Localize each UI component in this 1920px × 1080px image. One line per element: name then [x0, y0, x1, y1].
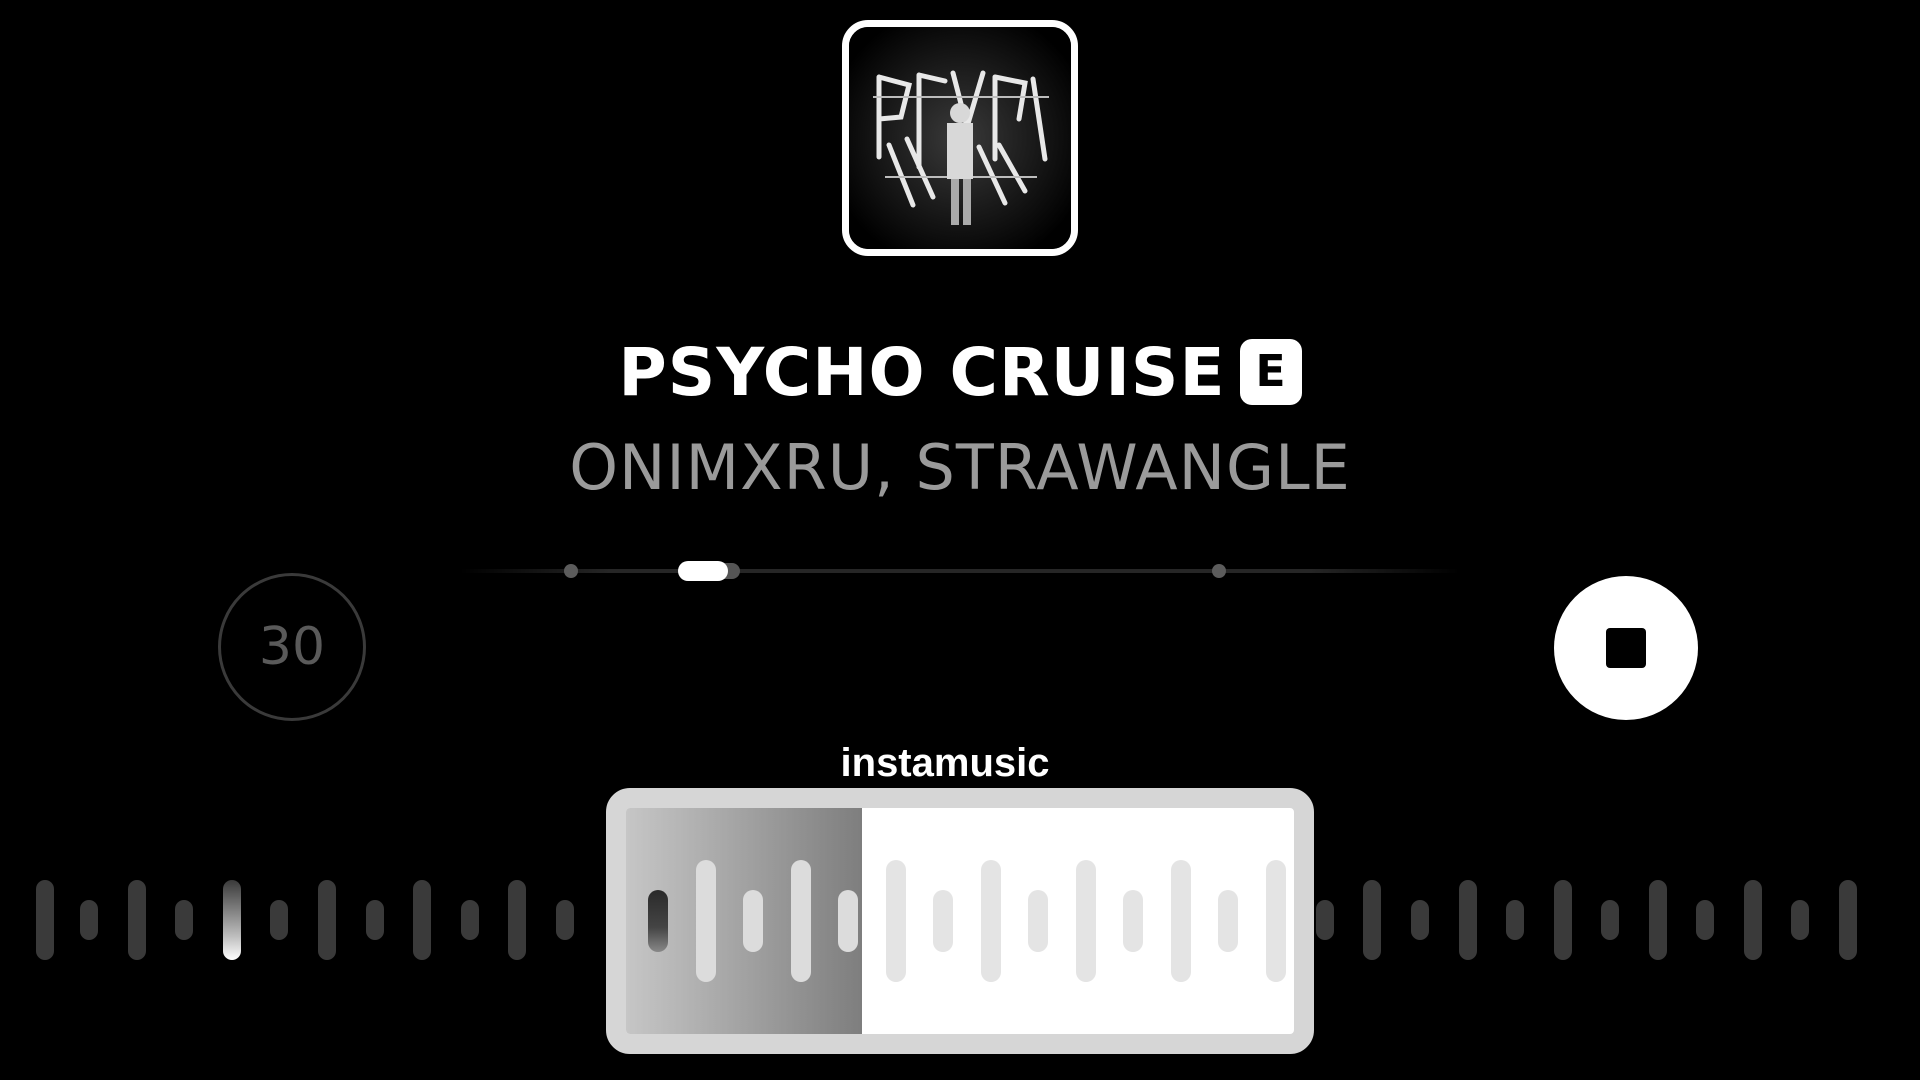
waveform-bar — [318, 880, 336, 960]
selection-bar — [838, 890, 858, 952]
waveform-bar — [1411, 900, 1429, 940]
waveform-bar — [413, 880, 431, 960]
selection-bar — [1266, 860, 1286, 982]
album-cover-image — [849, 27, 1071, 249]
scrubber-marker — [564, 564, 578, 578]
track-title: PSYCHO CRUISE — [618, 334, 1226, 411]
selection-bar — [1123, 890, 1143, 952]
track-artists: ONIMXRU, STRAWANGLE — [569, 431, 1351, 504]
waveform-bar — [1601, 900, 1619, 940]
waveform-bar — [1791, 900, 1809, 940]
waveform-bar — [461, 900, 479, 940]
stop-icon — [1606, 628, 1646, 668]
waveform-bar — [556, 900, 574, 940]
scrubber-thumb[interactable] — [678, 561, 728, 581]
waveform-bar — [270, 900, 288, 940]
selection-bar — [933, 890, 953, 952]
waveform-bar — [80, 900, 98, 940]
waveform-bar — [1696, 900, 1714, 940]
selection-bar — [981, 860, 1001, 982]
waveform-bar — [1554, 880, 1572, 960]
waveform-bar — [1839, 880, 1857, 960]
waveform-bar — [508, 880, 526, 960]
skip-30-button[interactable]: 30 — [218, 573, 366, 721]
scrubber-track — [460, 569, 1460, 573]
selection-bar — [791, 860, 811, 982]
track-title-row: PSYCHO CRUISE E — [0, 333, 1920, 413]
waveform-bar — [366, 900, 384, 940]
clip-selection-window[interactable] — [606, 788, 1314, 1054]
waveform-bar — [1506, 900, 1524, 940]
selection-bar — [696, 860, 716, 982]
selection-bar — [1076, 860, 1096, 982]
selection-bar — [743, 890, 763, 952]
watermark-label: instamusic — [840, 741, 1050, 785]
waveform-bar — [1744, 880, 1762, 960]
selection-bar — [1171, 860, 1191, 982]
selection-bar — [1218, 890, 1238, 952]
explicit-badge: E — [1239, 338, 1302, 405]
waveform-bar — [1459, 880, 1477, 960]
waveform-bar — [36, 880, 54, 960]
waveform-bar — [1649, 880, 1667, 960]
playhead-bar — [648, 890, 668, 952]
album-art — [842, 20, 1078, 256]
selection-bar — [1028, 890, 1048, 952]
waveform-bar — [175, 900, 193, 940]
waveform-bar-played — [223, 880, 241, 960]
waveform-bar — [128, 880, 146, 960]
waveform-bar — [1363, 880, 1381, 960]
scrubber-marker — [1212, 564, 1226, 578]
selection-bar — [886, 860, 906, 982]
waveform-bar — [1316, 900, 1334, 940]
timeline-scrubber[interactable] — [460, 560, 1460, 582]
stop-button[interactable] — [1554, 576, 1698, 720]
